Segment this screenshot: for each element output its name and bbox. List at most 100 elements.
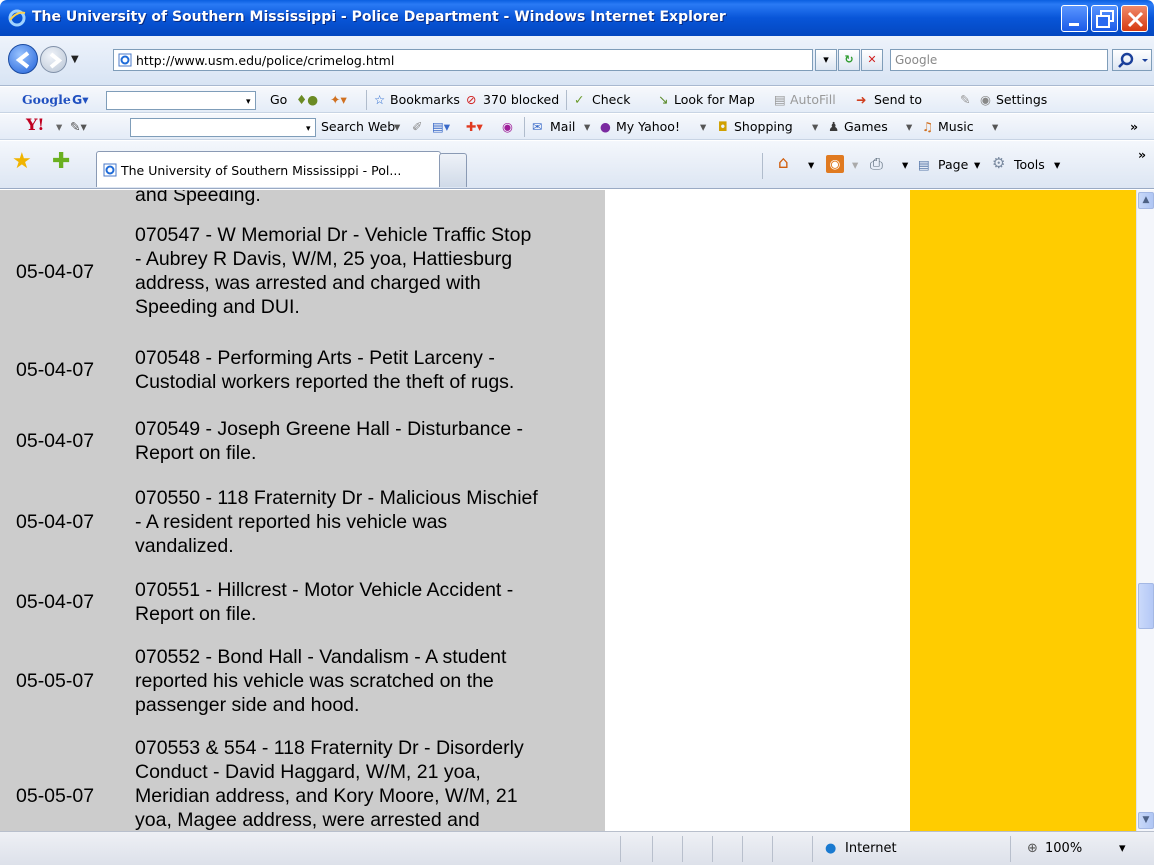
navigation-bar: ▼ http://www.usm.edu/police/crimelog.htm… bbox=[0, 36, 1154, 86]
zoom-level: 100% bbox=[1045, 841, 1083, 856]
my-yahoo-icon: ● bbox=[600, 119, 611, 134]
autofill-button[interactable]: AutoFill bbox=[790, 92, 836, 108]
shopping-button[interactable]: Shopping bbox=[734, 119, 793, 135]
popup-blocked-count[interactable]: 370 blocked bbox=[483, 92, 559, 108]
command-overflow-icon[interactable]: » bbox=[1138, 147, 1146, 162]
scroll-thumb[interactable] bbox=[1138, 583, 1154, 629]
vertical-scrollbar[interactable]: ▲ ▼ bbox=[1136, 190, 1154, 831]
title-bar[interactable]: The University of Southern Mississippi -… bbox=[0, 0, 1154, 36]
toolbar-options-icon[interactable]: ♦● bbox=[296, 92, 318, 108]
status-panel bbox=[772, 836, 773, 862]
back-arrow-icon bbox=[15, 51, 30, 69]
new-tab-button[interactable] bbox=[439, 153, 467, 187]
spellcheck-icon: ✓ bbox=[574, 92, 585, 107]
log-fragment-text: and Speeding. bbox=[135, 190, 261, 206]
shopping-dropdown[interactable]: ▾ bbox=[812, 119, 818, 135]
browser-tab[interactable]: The University of Southern Mississippi -… bbox=[96, 151, 441, 187]
back-button[interactable] bbox=[8, 44, 38, 74]
print-icon[interactable]: ⎙ bbox=[870, 154, 883, 174]
add-favorites-icon[interactable]: ✚ bbox=[52, 151, 70, 173]
bookmarks-button[interactable]: Bookmarks bbox=[390, 92, 460, 108]
print-dropdown[interactable]: ▾ bbox=[902, 157, 908, 172]
refresh-button[interactable]: ↻ bbox=[838, 49, 860, 71]
url-text: http://www.usm.edu/police/crimelog.html bbox=[136, 53, 395, 68]
internet-globe-icon: ● bbox=[825, 841, 837, 856]
games-dropdown[interactable]: ▾ bbox=[906, 119, 912, 135]
close-button[interactable] bbox=[1121, 5, 1148, 32]
zone-panel[interactable]: ● Internet bbox=[812, 836, 1010, 862]
log-date: 05-05-07 bbox=[16, 670, 95, 692]
google-go-button[interactable]: Go bbox=[270, 92, 287, 108]
tools-menu-button[interactable]: Tools bbox=[1014, 157, 1045, 172]
yahoo-answers-icon[interactable]: ◉ bbox=[502, 119, 513, 135]
log-description: 070547 - W Memorial Dr - Vehicle Traffic… bbox=[135, 224, 532, 318]
music-button[interactable]: Music bbox=[938, 119, 974, 135]
page-menu-dropdown[interactable]: ▾ bbox=[974, 157, 980, 172]
toolbar-overflow-icon[interactable]: » bbox=[1130, 119, 1138, 135]
stop-button[interactable]: ✕ bbox=[861, 49, 883, 71]
spellcheck-button[interactable]: Check bbox=[592, 92, 630, 108]
antispy-icon[interactable]: ✚▾ bbox=[466, 119, 483, 135]
google-search-field[interactable] bbox=[106, 91, 256, 110]
separator bbox=[366, 90, 367, 110]
scroll-up-button[interactable]: ▲ bbox=[1138, 192, 1154, 209]
address-dropdown-button[interactable]: ▾ bbox=[815, 49, 837, 71]
home-icon[interactable]: ⌂ bbox=[778, 153, 789, 173]
popup-blocker-icon: ⊘ bbox=[466, 92, 477, 107]
look-for-map-button[interactable]: Look for Map bbox=[674, 92, 755, 108]
log-description: 070548 - Performing Arts - Petit Larceny… bbox=[135, 347, 515, 393]
yahoo-search-field[interactable] bbox=[130, 118, 316, 137]
yahoo-menu-dropdown[interactable]: ▾ bbox=[56, 119, 62, 135]
highlight-icon[interactable]: ✎ bbox=[960, 92, 970, 108]
search-input[interactable]: Google bbox=[890, 49, 1108, 71]
mail-button[interactable]: Mail bbox=[550, 119, 575, 135]
search-web-button[interactable]: Search Web bbox=[321, 119, 395, 135]
minimize-button[interactable] bbox=[1061, 5, 1088, 32]
log-description: 070551 - Hillcrest - Motor Vehicle Accid… bbox=[135, 579, 514, 625]
zoom-dropdown[interactable]: ▾ bbox=[1119, 841, 1126, 856]
tab-title: The University of Southern Mississippi -… bbox=[121, 163, 402, 178]
yahoo-search-dropdown[interactable]: ▾ bbox=[306, 121, 311, 137]
my-yahoo-button[interactable]: My Yahoo! bbox=[616, 119, 680, 135]
pencil-icon[interactable]: ✎▾ bbox=[70, 119, 87, 135]
status-panel bbox=[620, 836, 621, 862]
feeds-dropdown[interactable]: ▾ bbox=[852, 157, 858, 172]
layout-icon[interactable]: ▤▾ bbox=[432, 119, 450, 135]
send-to-button[interactable]: Send to bbox=[874, 92, 922, 108]
address-bar[interactable]: http://www.usm.edu/police/crimelog.html bbox=[113, 49, 813, 71]
search-web-dropdown[interactable]: ▾ bbox=[394, 119, 400, 135]
home-dropdown[interactable]: ▾ bbox=[808, 157, 814, 172]
separator bbox=[762, 153, 763, 179]
search-button[interactable] bbox=[1112, 49, 1152, 71]
settings-button[interactable]: Settings bbox=[996, 92, 1047, 108]
my-yahoo-dropdown[interactable]: ▾ bbox=[700, 119, 706, 135]
status-bar: ● Internet ⊕ 100% ▾ bbox=[0, 831, 1154, 865]
recent-pages-dropdown[interactable]: ▼ bbox=[71, 54, 79, 65]
google-logo: Google bbox=[22, 92, 71, 107]
maximize-button[interactable] bbox=[1091, 5, 1118, 32]
star-icon: ☆ bbox=[374, 92, 386, 107]
google-menu-button[interactable]: G▾ bbox=[72, 92, 89, 108]
tools-gear-icon: ⚙ bbox=[992, 154, 1006, 172]
tools-menu-dropdown[interactable]: ▾ bbox=[1054, 157, 1060, 172]
google-search-dropdown[interactable]: ▾ bbox=[246, 94, 251, 110]
games-icon: ♟ bbox=[828, 119, 840, 134]
settings-icon: ◉ bbox=[980, 92, 991, 107]
log-description: 070549 - Joseph Greene Hall - Disturbanc… bbox=[135, 418, 524, 464]
send-to-icon: ➜ bbox=[856, 92, 867, 107]
mail-dropdown[interactable]: ▾ bbox=[584, 119, 590, 135]
page-menu-button[interactable]: Page bbox=[938, 157, 968, 172]
music-dropdown[interactable]: ▾ bbox=[992, 119, 998, 135]
pagerank-icon[interactable]: ✦▾ bbox=[330, 92, 347, 108]
map-icon: ↘ bbox=[658, 92, 669, 107]
forward-button[interactable] bbox=[40, 46, 67, 73]
feeds-icon[interactable]: ◉ bbox=[826, 155, 844, 173]
scroll-down-button[interactable]: ▼ bbox=[1138, 812, 1154, 829]
zoom-panel[interactable]: ⊕ 100% ▾ bbox=[1010, 836, 1154, 862]
games-button[interactable]: Games bbox=[844, 119, 888, 135]
favorites-center-icon[interactable]: ★ bbox=[12, 151, 32, 173]
status-panel bbox=[712, 836, 713, 862]
log-date: 05-04-07 bbox=[16, 511, 95, 533]
magnifier-icon bbox=[1118, 52, 1148, 68]
highlighter-icon[interactable]: ✐ bbox=[412, 119, 422, 135]
